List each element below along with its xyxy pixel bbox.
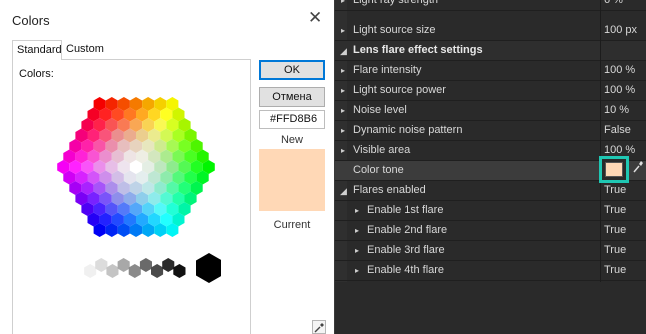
gray-cell[interactable] xyxy=(128,264,141,278)
property-name: Visible area xyxy=(353,144,411,156)
color-tone-swatch-fill xyxy=(605,162,623,177)
gray-cell[interactable] xyxy=(72,258,86,272)
property-value[interactable]: False xyxy=(604,124,631,136)
expand-arrow-icon[interactable]: ▸ xyxy=(355,224,359,238)
dialog-title: Colors xyxy=(12,13,50,28)
tab-standard[interactable]: Standard xyxy=(12,40,62,60)
expand-arrow-icon[interactable]: ▸ xyxy=(341,64,345,78)
collapse-triangle-icon[interactable]: ◢ xyxy=(340,186,347,196)
hex-color-field[interactable]: #FFD8B6 xyxy=(259,110,325,129)
property-value[interactable]: True xyxy=(604,224,626,236)
expand-arrow-icon[interactable]: ▸ xyxy=(341,144,345,158)
expand-arrow-icon[interactable]: ▸ xyxy=(341,104,345,118)
gray-cell[interactable] xyxy=(139,258,152,272)
collapse-triangle-icon[interactable]: ◢ xyxy=(340,46,347,56)
color-hexagon[interactable] xyxy=(31,85,241,255)
standard-tab-panel: Colors: xyxy=(12,59,251,334)
expand-arrow-icon[interactable]: ▸ xyxy=(341,84,345,98)
property-name: Enable 4th flare xyxy=(367,264,445,276)
property-value[interactable]: True xyxy=(604,184,626,196)
expand-arrow-icon[interactable]: ▸ xyxy=(355,264,359,278)
gray-cell[interactable] xyxy=(162,258,175,272)
gray-cell[interactable] xyxy=(173,264,186,278)
color-hexagon-svg[interactable] xyxy=(31,85,241,250)
property-name: Dynamic noise pattern xyxy=(353,124,463,136)
eyedropper-icon[interactable] xyxy=(312,320,326,334)
black-cell[interactable] xyxy=(196,253,222,283)
grayscale-svg[interactable] xyxy=(71,250,222,286)
gray-cell[interactable] xyxy=(106,264,119,278)
expand-arrow-icon[interactable]: ▸ xyxy=(355,204,359,218)
property-value[interactable]: True xyxy=(604,204,626,216)
eyedropper-icon[interactable] xyxy=(632,160,644,174)
column-separator[interactable] xyxy=(600,0,601,282)
property-value[interactable]: True xyxy=(604,244,626,256)
property-name: Light ray strength xyxy=(353,0,438,6)
new-label: New xyxy=(280,134,303,146)
current-label: Current xyxy=(273,219,311,231)
property-name: Flares enabled xyxy=(353,184,426,196)
expand-arrow-icon[interactable]: ▸ xyxy=(341,124,345,138)
property-name: Flare intensity xyxy=(353,64,422,76)
gray-cell[interactable] xyxy=(151,264,164,278)
expand-arrow-icon[interactable]: ▸ xyxy=(341,24,345,38)
property-value[interactable]: 10 % xyxy=(604,104,629,116)
grayscale-row[interactable] xyxy=(71,250,222,291)
property-value[interactable]: True xyxy=(604,264,626,276)
property-name: Color tone xyxy=(353,164,404,176)
colors-label: Colors: xyxy=(19,68,54,80)
colors-dialog: Colors ✕ Standard Custom Colors: OK Отме… xyxy=(0,0,334,334)
expand-arrow-icon[interactable]: ▸ xyxy=(341,0,345,8)
property-value[interactable]: 100 % xyxy=(604,144,635,156)
gray-cell[interactable] xyxy=(84,264,97,278)
gray-cell[interactable] xyxy=(95,258,108,272)
property-value[interactable]: 100 % xyxy=(604,84,635,96)
property-value[interactable]: 100 % xyxy=(604,64,635,76)
close-icon[interactable]: ✕ xyxy=(308,8,322,28)
cancel-button[interactable]: Отмена xyxy=(259,87,325,107)
property-name: Enable 2nd flare xyxy=(367,224,448,236)
property-name: Light source power xyxy=(353,84,446,96)
property-name: Enable 1st flare xyxy=(367,204,444,216)
property-name: Enable 3rd flare xyxy=(367,244,445,256)
ok-button[interactable]: OK xyxy=(259,60,325,80)
property-value[interactable]: 100 px xyxy=(604,24,637,36)
new-color-swatch xyxy=(259,149,325,211)
property-value[interactable]: 6 % xyxy=(604,0,623,6)
property-name: Noise level xyxy=(353,104,407,116)
gray-cell[interactable] xyxy=(117,258,130,272)
property-name: Lens flare effect settings xyxy=(353,44,483,56)
property-grid: ▸ Light ray strength 6 % ▸ Light source size… xyxy=(334,0,646,334)
tab-custom[interactable]: Custom xyxy=(62,40,110,60)
expand-arrow-icon[interactable]: ▸ xyxy=(355,244,359,258)
color-tone-swatch[interactable] xyxy=(599,156,629,183)
property-name: Light source size xyxy=(353,24,436,36)
